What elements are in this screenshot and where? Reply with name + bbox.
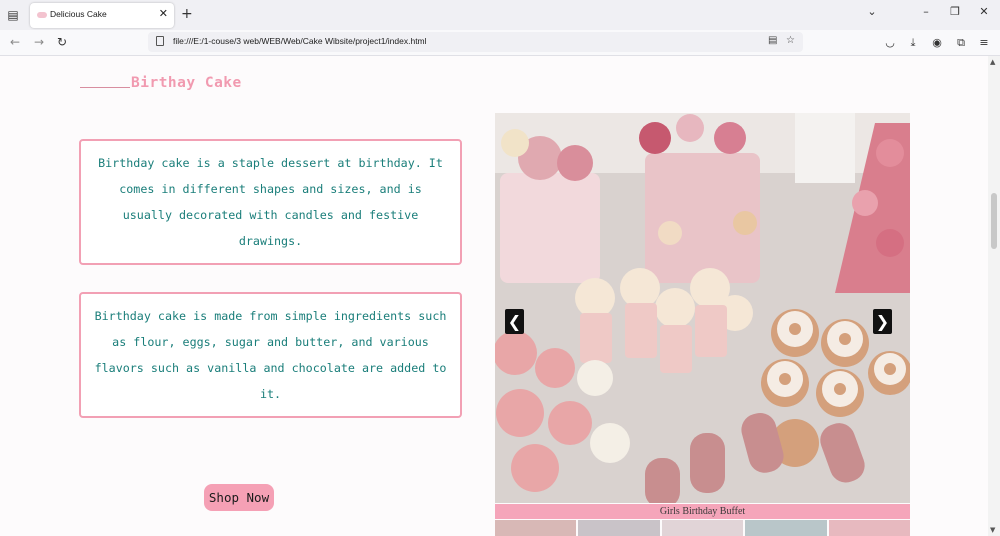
info-card-2: Birthday cake is made from simple ingred… (79, 292, 462, 418)
url-bar[interactable]: file:///E:/1-couse/3 web/WEB/Web/Cake Wi… (148, 32, 803, 52)
slideshow-image (495, 113, 910, 503)
cake-favicon-icon (37, 12, 47, 18)
back-icon[interactable]: ← (7, 35, 23, 49)
browser-tab[interactable]: Delicious Cake ✕ (30, 3, 174, 28)
tab-close-icon[interactable]: ✕ (159, 7, 168, 20)
info-card-1: Birthday cake is a staple dessert at bir… (79, 139, 462, 265)
menu-icon[interactable]: ≡ (976, 36, 992, 49)
slideshow-next-button[interactable]: ❯ (873, 309, 892, 334)
slideshow-thumbnails (495, 520, 911, 536)
heading-underline (80, 87, 130, 88)
slideshow-caption-bar: Girls Birthday Buffet (495, 504, 910, 519)
web-page: Birthay Cake Birthday cake is a staple d… (0, 56, 988, 536)
browser-tab-bar: ▤ Delicious Cake ✕ + ⌄ – ❐ ✕ (0, 0, 1000, 30)
scroll-up-arrow-icon[interactable]: ▲ (990, 58, 995, 66)
bookmark-star-icon[interactable]: ☆ (786, 35, 795, 46)
page-scrollbar[interactable]: ▲ ▼ (988, 56, 1000, 536)
tab-list-icon[interactable]: ▤ (6, 8, 20, 22)
pocket-icon[interactable]: ◡ (882, 36, 898, 49)
thumbnail-5[interactable] (828, 520, 911, 536)
extensions-icon[interactable]: ⧉ (953, 36, 969, 50)
forward-icon[interactable]: → (31, 35, 47, 49)
shop-now-button[interactable]: Shop Now (204, 484, 274, 511)
slideshow-caption: Girls Birthday Buffet (659, 506, 746, 517)
scroll-down-arrow-icon[interactable]: ▼ (990, 526, 995, 534)
url-text[interactable]: file:///E:/1-couse/3 web/WEB/Web/Cake Wi… (173, 36, 427, 46)
new-tab-button[interactable]: + (181, 6, 193, 22)
cake-buffet-illustration (495, 113, 910, 503)
minimize-button[interactable]: – (916, 5, 936, 18)
thumbnail-2[interactable] (578, 520, 660, 536)
info-card-2-text: Birthday cake is made from simple ingred… (94, 309, 447, 401)
thumbnail-3[interactable] (661, 520, 744, 536)
browser-nav-bar: ← → ↻ file:///E:/1-couse/3 web/WEB/Web/C… (0, 30, 1000, 56)
thumbnail-1[interactable] (495, 520, 577, 536)
scrollbar-thumb[interactable] (991, 193, 997, 249)
tab-title: Delicious Cake (50, 9, 107, 19)
reload-icon[interactable]: ↻ (54, 35, 70, 49)
page-icon (156, 36, 164, 46)
thumbnail-4[interactable] (745, 520, 827, 536)
account-icon[interactable]: ◉ (929, 36, 945, 49)
restore-button[interactable]: ❐ (945, 5, 965, 18)
info-card-1-text: Birthday cake is a staple dessert at bir… (98, 156, 443, 248)
tab-overflow-chevron-icon[interactable]: ⌄ (862, 5, 882, 18)
reader-view-icon[interactable]: ▤ (768, 35, 777, 46)
section-heading: Birthay Cake (131, 75, 242, 91)
close-window-button[interactable]: ✕ (974, 5, 994, 18)
downloads-icon[interactable]: ⤓ (905, 36, 921, 50)
slideshow-prev-button[interactable]: ❮ (505, 309, 524, 334)
